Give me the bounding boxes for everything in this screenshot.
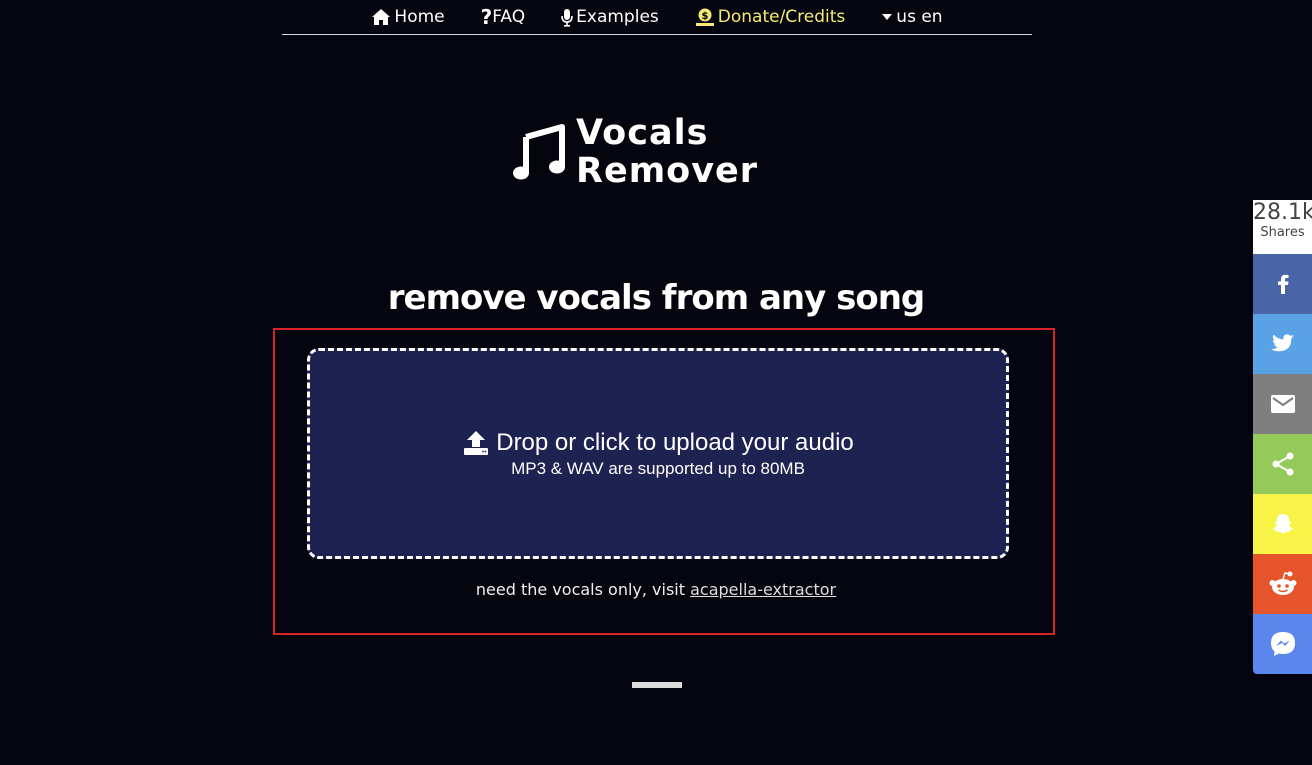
share-count-box: 28.1k Shares (1253, 200, 1312, 254)
svg-text:$: $ (701, 11, 708, 22)
upload-icon (464, 430, 489, 455)
caret-down-icon (882, 14, 893, 20)
reddit-icon (1269, 571, 1296, 595)
nav-donate-label: Donate/Credits (717, 7, 846, 27)
vocals-only-text: need the vocals only, visit (475, 580, 691, 599)
acapella-extractor-link[interactable]: acapella-extractor (690, 580, 836, 599)
snapchat-icon (1272, 514, 1293, 534)
twitter-icon (1270, 334, 1294, 352)
upload-subtitle: MP3 & WAV are supported up to 80MB (511, 458, 805, 478)
share-icon (1272, 452, 1293, 476)
twitter-share-button[interactable] (1253, 314, 1312, 374)
upload-title: Drop or click to upload your audio (496, 428, 854, 456)
logo-line2: Remover (576, 151, 759, 191)
facebook-share-button[interactable] (1253, 254, 1312, 314)
page-headline: remove vocals from any song (387, 278, 926, 318)
nav-faq[interactable]: ? FAQ (481, 5, 526, 29)
language-selector[interactable]: us en (881, 7, 943, 27)
nav-home[interactable]: Home (371, 7, 445, 27)
snapchat-share-button[interactable] (1253, 494, 1312, 554)
language-label: us en (896, 7, 943, 27)
question-icon: ? (480, 5, 493, 29)
nav-home-label: Home (394, 7, 445, 27)
email-icon (1270, 395, 1295, 413)
home-icon (372, 9, 391, 25)
upload-dropzone[interactable]: Drop or click to upload your audio MP3 &… (307, 348, 1009, 559)
top-nav: Home ? FAQ Examples $ Donate/Credits us … (282, 0, 1032, 35)
music-note-icon (513, 124, 565, 180)
share-sidebar: 28.1k Shares (1253, 200, 1312, 674)
divider-bar (632, 682, 682, 688)
money-icon: $ (695, 8, 714, 26)
share-count: 28.1k (1253, 200, 1312, 225)
nav-donate[interactable]: $ Donate/Credits (695, 7, 846, 27)
logo[interactable]: Vocals Remover (512, 114, 758, 190)
nav-examples[interactable]: Examples (561, 7, 659, 27)
generic-share-button[interactable] (1253, 434, 1312, 494)
messenger-share-button[interactable] (1253, 614, 1312, 674)
share-count-label: Shares (1260, 225, 1305, 240)
reddit-share-button[interactable] (1253, 554, 1312, 614)
email-share-button[interactable] (1253, 374, 1312, 434)
nav-examples-label: Examples (576, 7, 659, 27)
vocals-only-line: need the vocals only, visit acapella-ext… (0, 580, 1312, 599)
logo-line1: Vocals (576, 113, 709, 153)
nav-faq-label: FAQ (492, 7, 526, 27)
facebook-icon (1277, 274, 1288, 294)
microphone-icon (561, 8, 573, 27)
messenger-icon (1270, 632, 1295, 656)
